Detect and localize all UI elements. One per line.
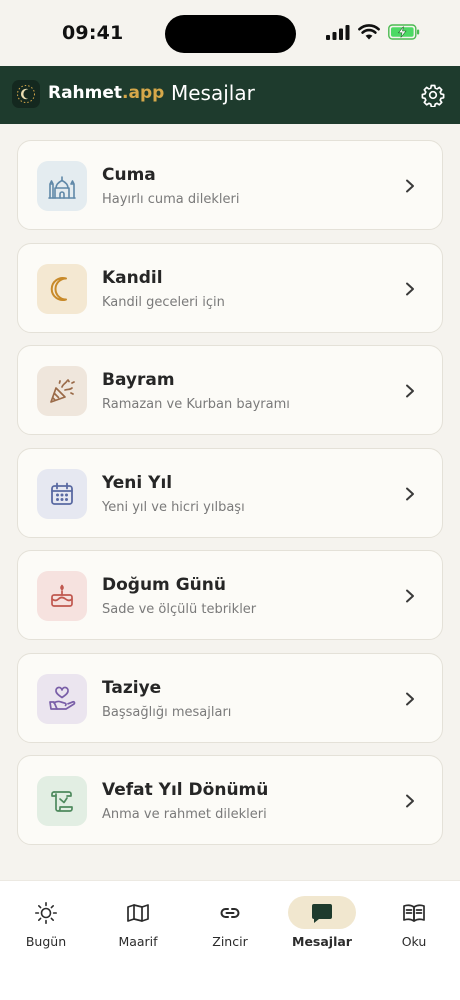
scroll-icon	[51, 791, 73, 812]
tab-label: Oku	[401, 934, 427, 949]
app-logo	[12, 80, 40, 108]
hand-heart-icon	[49, 686, 76, 710]
category-card-cuma[interactable]: Cuma Hayırlı cuma dilekleri	[17, 140, 443, 230]
chevron-right-icon	[406, 692, 414, 705]
bottom-tab-bar: Bugün Maarif Zincir Mesajlar Oku	[0, 880, 460, 1000]
card-subtitle: Başsağlığı mesajları	[102, 704, 232, 720]
category-icon-box	[37, 776, 87, 826]
tab-label: Bugün	[25, 934, 67, 949]
chevron-right-icon	[406, 589, 414, 603]
chevron-right-icon	[406, 282, 414, 295]
card-subtitle: Hayırlı cuma dilekleri	[102, 192, 240, 207]
cellular-signal-icon	[326, 25, 350, 40]
mosque-icon	[48, 176, 76, 199]
tab-label: Zincir	[212, 934, 248, 949]
card-subtitle: Ramazan ve Kurban bayramı	[102, 397, 290, 412]
gear-icon	[421, 84, 445, 107]
card-subtitle: Yeni yıl ve hicri yılbaşı	[102, 499, 245, 515]
tab-maarif[interactable]: Maarif	[92, 881, 184, 961]
book-icon	[403, 904, 425, 922]
chain-link-icon	[220, 908, 240, 918]
status-icons	[326, 24, 420, 40]
chevron-right-icon	[406, 487, 414, 500]
card-subtitle: Kandil geceleri için	[102, 294, 225, 310]
brand-name-main: Rahmet	[48, 83, 123, 103]
card-title: Bayram	[102, 370, 175, 390]
brand-name: Rahmet.app	[48, 83, 164, 103]
category-icon-box	[37, 161, 87, 211]
category-card-taziye[interactable]: Taziye Başsağlığı mesajları	[17, 652, 443, 743]
category-card-bayram[interactable]: Bayram Ramazan ve Kurban bayramı	[17, 345, 443, 435]
chevron-right-icon	[406, 794, 414, 808]
card-title: Taziye	[102, 677, 162, 698]
calendar-icon	[51, 482, 73, 505]
category-card-yeni-yil[interactable]: Yeni Yıl Yeni yıl ve hicri yılbaşı	[17, 447, 443, 538]
card-title: Kandil	[102, 267, 163, 288]
category-icon-box	[37, 673, 87, 724]
sun-icon	[35, 902, 57, 924]
message-category-list: Cuma Hayırlı cuma dilekleri Kandil Kandi…	[17, 140, 443, 858]
battery-charging-icon	[388, 24, 420, 40]
category-card-kandil[interactable]: Kandil Kandil geceleri için	[17, 242, 443, 333]
tab-label: Mesajlar	[292, 934, 352, 949]
birthday-cake-icon	[51, 584, 73, 607]
category-icon-box	[37, 366, 87, 416]
chevron-right-icon	[406, 179, 414, 193]
card-subtitle: Anma ve rahmet dilekleri	[102, 807, 267, 822]
tab-oku[interactable]: Oku	[368, 881, 460, 961]
chevron-right-icon	[406, 384, 414, 398]
card-title: Doğum Günü	[102, 575, 226, 595]
tab-mesajlar[interactable]: Mesajlar	[276, 881, 368, 961]
category-card-dogum-gunu[interactable]: Doğum Günü Sade ve ölçülü tebrikler	[17, 550, 443, 640]
tab-label: Maarif	[118, 934, 158, 949]
card-title: Vefat Yıl Dönümü	[102, 780, 269, 800]
party-popper-icon	[50, 379, 75, 403]
wifi-icon	[358, 24, 380, 40]
category-icon-box	[37, 263, 87, 314]
message-icon	[312, 904, 332, 923]
page-title: Mesajlar	[171, 81, 255, 105]
app-header: Rahmet.app Mesajlar	[0, 66, 460, 124]
status-bar: 09:41	[0, 0, 460, 66]
card-title: Yeni Yıl	[102, 472, 173, 493]
crescent-moon-icon	[50, 276, 67, 301]
card-title: Cuma	[102, 165, 156, 185]
crescent-logo-icon	[17, 85, 35, 103]
settings-button[interactable]	[420, 82, 446, 108]
brand-name-accent: .app	[122, 83, 165, 103]
tab-zincir[interactable]: Zincir	[184, 881, 276, 961]
category-icon-box	[37, 571, 87, 621]
card-subtitle: Sade ve ölçülü tebrikler	[102, 602, 257, 617]
open-map-book-icon	[127, 904, 149, 922]
tab-bugun[interactable]: Bugün	[0, 881, 92, 961]
status-time: 09:41	[62, 22, 124, 44]
dynamic-island	[165, 15, 296, 53]
category-icon-box	[37, 468, 87, 519]
category-card-vefat-yil-donumu[interactable]: Vefat Yıl Dönümü Anma ve rahmet dilekler…	[17, 755, 443, 845]
